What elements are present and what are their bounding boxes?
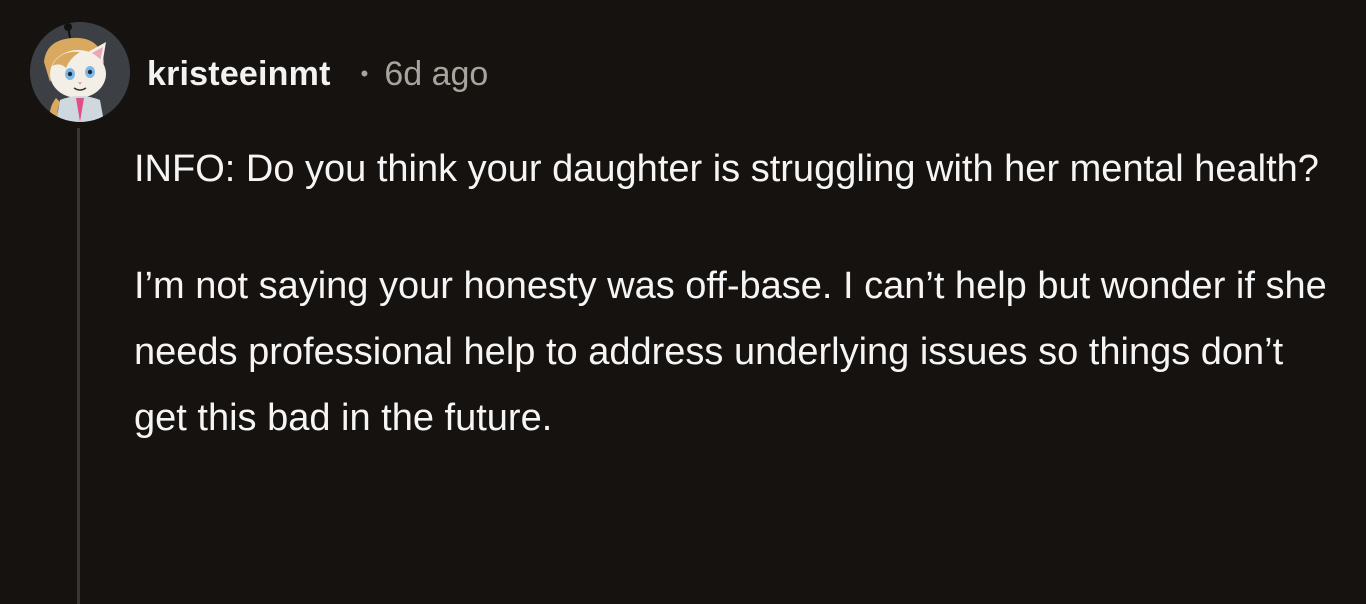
comment-meta: kristeeinmt • 6d ago: [147, 52, 488, 96]
thread-line[interactable]: [77, 128, 80, 604]
meta-separator: •: [360, 61, 369, 86]
comment-paragraph: I’m not saying your honesty was off-base…: [134, 265, 1327, 439]
timestamp-link[interactable]: 6d ago: [384, 55, 488, 94]
comment-paragraph: INFO: Do you think your daughter is stru…: [134, 148, 1319, 190]
comment-body: INFO: Do you think your daughter is stru…: [134, 136, 1344, 451]
cat-avatar-icon: [30, 22, 130, 122]
username-link[interactable]: kristeeinmt: [147, 55, 331, 94]
comment: kristeeinmt • 6d ago INFO: Do you think …: [0, 0, 1366, 604]
avatar[interactable]: [30, 22, 130, 122]
